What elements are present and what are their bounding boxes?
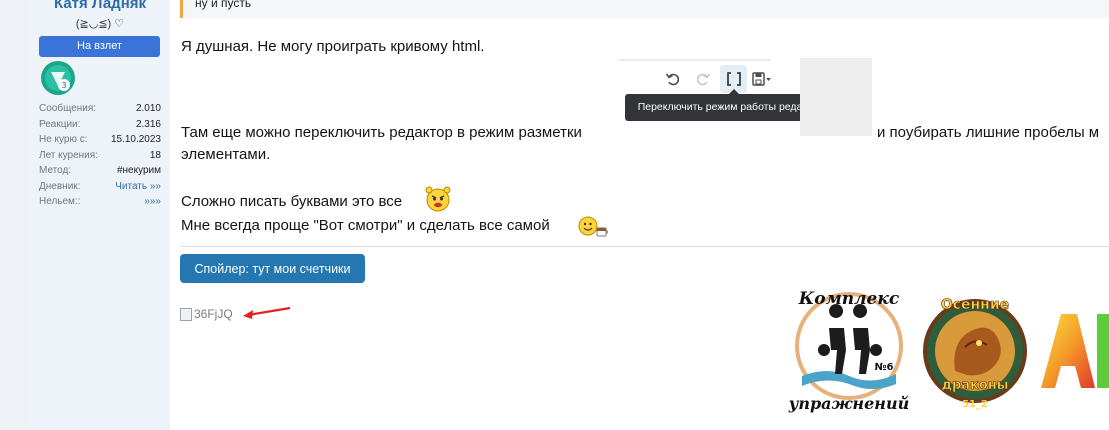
broken-image: 36FjJQ [180,307,233,321]
toggle-bbcode-icon[interactable] [726,71,742,87]
angry-smiley-icon [425,186,451,212]
quote-text: ну и пусть [195,0,252,10]
svg-text:упражнений: упражнений [788,394,909,413]
post-line-2b: и поубирать лишние пробелы м [877,124,1100,141]
svg-text:3: 3 [62,81,67,90]
red-arrow-icon [243,306,291,319]
stat-messages: Сообщения: 2.010 [39,103,161,114]
post-line-3: элементами. [181,146,271,163]
nelyem-link[interactable]: »»» [144,194,161,210]
svg-text:51_2: 51_2 [962,399,988,410]
username[interactable]: Катя Ладняк [30,0,170,12]
svg-text:драконы: драконы [941,378,1008,393]
coffee-smiley-icon [578,216,608,237]
post-line-1: Я душная. Не могу проиграть кривому html… [181,38,485,55]
save-draft-icon[interactable] [752,71,772,87]
svg-text:Осенние: Осенние [941,297,1009,313]
trophy-award-icon[interactable]: 3 [40,60,76,96]
post-line-5: Мне всегда проще "Вот смотри" и сделать … [181,217,550,234]
stat-smoking-years: Лет курения: 18 [39,149,161,161]
svg-text:№6: №6 [875,362,894,373]
stat-diary: Дневник: Читать »» [39,179,161,195]
user-title: (≧◡≦) ♡ [75,18,125,30]
signature-divider [180,246,1109,247]
user-banner: На взлет [39,36,160,57]
autumn-dragons-logo: Осенние драконы 51_2 [923,297,1027,410]
post-line-4: Сложно писать буквами это все [181,193,403,210]
left-border-strip [0,0,31,430]
stat-reactions: Реакции: 2.316 [39,118,161,130]
redo-icon[interactable] [695,71,711,87]
screenshot-mask [625,121,771,136]
stat-nelyem: Нельем::»»» [39,194,161,210]
exercise-complex-logo: Комплекс упражнений №6 [788,289,909,413]
quote-block: ну и пусть [180,0,1109,18]
stat-method: Метод: #некурим [39,165,161,176]
svg-text:Комплекс: Комплекс [798,289,900,309]
undo-icon[interactable] [665,71,681,87]
colorful-letters-logo [1041,314,1109,388]
broken-image-icon [180,307,192,321]
placeholder-box [800,58,872,136]
spoiler-button[interactable]: Спойлер: тут мои счетчики [180,254,365,283]
diary-link[interactable]: Читать »» [115,179,161,195]
broken-image-alt: 36FjJQ [194,307,233,321]
stat-quit-date: Не курю с: 15.10.2023 [39,134,161,145]
post-line-2a: Там еще можно переключить редактор в реж… [181,124,582,141]
user-stats: Сообщения: 2.010 Реакции: 2.316 Не курю с:… [39,101,161,210]
